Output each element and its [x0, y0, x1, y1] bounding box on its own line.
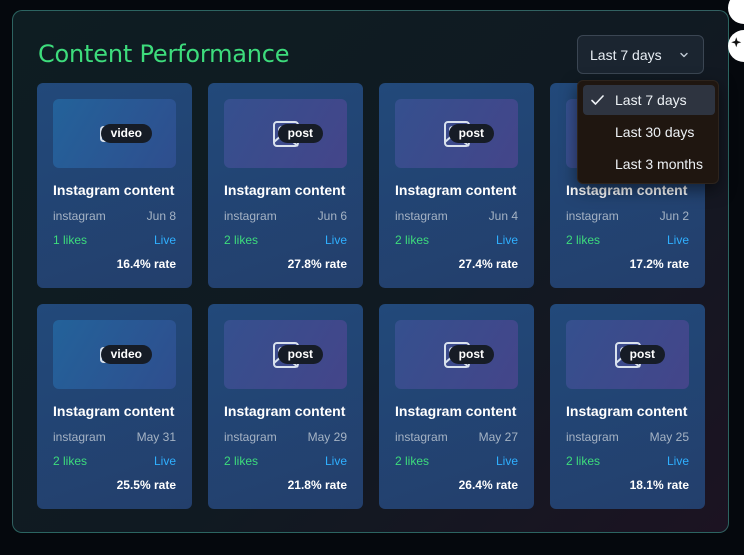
content-thumbnail: post — [395, 99, 518, 168]
card-rate: 27.8% rate — [287, 257, 347, 271]
content-card[interactable]: video Instagram content instagram Jun 8 … — [37, 83, 192, 288]
content-thumbnail: post — [224, 99, 347, 168]
card-title: Instagram content — [395, 403, 517, 419]
content-thumbnail: video — [53, 99, 176, 168]
content-thumbnail: post — [566, 320, 689, 389]
card-platform: instagram — [53, 430, 106, 444]
chevron-down-icon — [680, 52, 688, 58]
content-thumbnail: video — [53, 320, 176, 389]
card-date: May 29 — [307, 430, 347, 444]
content-card[interactable]: video Instagram content instagram May 31… — [37, 304, 192, 509]
menu-item-last-7-days[interactable]: Last 7 days — [583, 85, 715, 115]
content-thumbnail: post — [395, 320, 518, 389]
checkmark-icon — [591, 95, 604, 105]
card-rate: 18.1% rate — [629, 478, 689, 492]
card-date: Jun 8 — [146, 209, 176, 223]
content-type-badge: post — [448, 124, 494, 143]
content-card[interactable]: post Instagram content instagram May 25 … — [550, 304, 705, 509]
content-type-badge: video — [100, 345, 152, 364]
content-type-badge: post — [619, 345, 665, 364]
card-rate: 16.4% rate — [116, 257, 176, 271]
card-likes: 2 likes — [395, 233, 430, 247]
card-title: Instagram content — [566, 403, 688, 419]
card-status: Live — [495, 454, 518, 468]
card-status: Live — [666, 454, 689, 468]
card-platform: instagram — [224, 430, 277, 444]
card-rate: 25.5% rate — [116, 478, 176, 492]
card-title: Instagram content — [224, 182, 346, 198]
content-type-badge: video — [100, 124, 152, 143]
card-status: Live — [495, 233, 518, 247]
menu-item-last-30-days[interactable]: Last 30 days — [583, 117, 715, 147]
card-status: Live — [666, 233, 689, 247]
card-date: May 25 — [649, 430, 689, 444]
card-date: Jun 2 — [659, 209, 689, 223]
content-type-badge: post — [277, 345, 323, 364]
card-title: Instagram content — [395, 182, 517, 198]
date-range-select-label: Last 7 days — [590, 46, 662, 63]
card-title: Instagram content — [53, 182, 175, 198]
card-platform: instagram — [224, 209, 277, 223]
menu-item-label: Last 3 months — [615, 156, 703, 172]
card-status: Live — [153, 233, 176, 247]
menu-item-label: Last 7 days — [615, 92, 687, 108]
card-status: Live — [324, 233, 347, 247]
card-platform: instagram — [395, 209, 448, 223]
edge-star-button[interactable] — [728, 30, 744, 62]
card-date: Jun 4 — [488, 209, 518, 223]
content-type-badge: post — [448, 345, 494, 364]
content-card[interactable]: post Instagram content instagram May 27 … — [379, 304, 534, 509]
card-likes: 2 likes — [395, 454, 430, 468]
menu-item-last-3-months[interactable]: Last 3 months — [583, 149, 715, 179]
edge-action-button[interactable] — [728, 0, 744, 24]
sparkle-icon — [731, 37, 742, 48]
content-type-badge: post — [277, 124, 323, 143]
card-platform: instagram — [395, 430, 448, 444]
card-rate: 26.4% rate — [458, 478, 518, 492]
card-platform: instagram — [53, 209, 106, 223]
card-likes: 2 likes — [224, 233, 259, 247]
card-rate: 17.2% rate — [629, 257, 689, 271]
card-platform: instagram — [566, 430, 619, 444]
card-likes: 2 likes — [566, 233, 601, 247]
content-card[interactable]: post Instagram content instagram Jun 4 2… — [379, 83, 534, 288]
card-date: May 31 — [136, 430, 176, 444]
card-status: Live — [153, 454, 176, 468]
content-thumbnail: post — [224, 320, 347, 389]
card-likes: 1 likes — [53, 233, 88, 247]
menu-item-label: Last 30 days — [615, 124, 695, 140]
card-date: Jun 6 — [317, 209, 347, 223]
content-card[interactable]: post Instagram content instagram Jun 6 2… — [208, 83, 363, 288]
content-card[interactable]: post Instagram content instagram May 29 … — [208, 304, 363, 509]
card-rate: 21.8% rate — [287, 478, 347, 492]
card-likes: 2 likes — [224, 454, 259, 468]
date-range-menu: Last 7 days Last 30 days Last 3 months — [577, 80, 719, 184]
card-platform: instagram — [566, 209, 619, 223]
card-title: Instagram content — [224, 403, 346, 419]
date-range-select[interactable]: Last 7 days — [577, 35, 704, 74]
card-rate: 27.4% rate — [458, 257, 518, 271]
card-title: Instagram content — [53, 403, 175, 419]
card-date: May 27 — [478, 430, 518, 444]
card-status: Live — [324, 454, 347, 468]
page-title: Content Performance — [38, 40, 290, 68]
card-title: Instagram content — [566, 182, 688, 198]
card-likes: 2 likes — [53, 454, 88, 468]
card-likes: 2 likes — [566, 454, 601, 468]
